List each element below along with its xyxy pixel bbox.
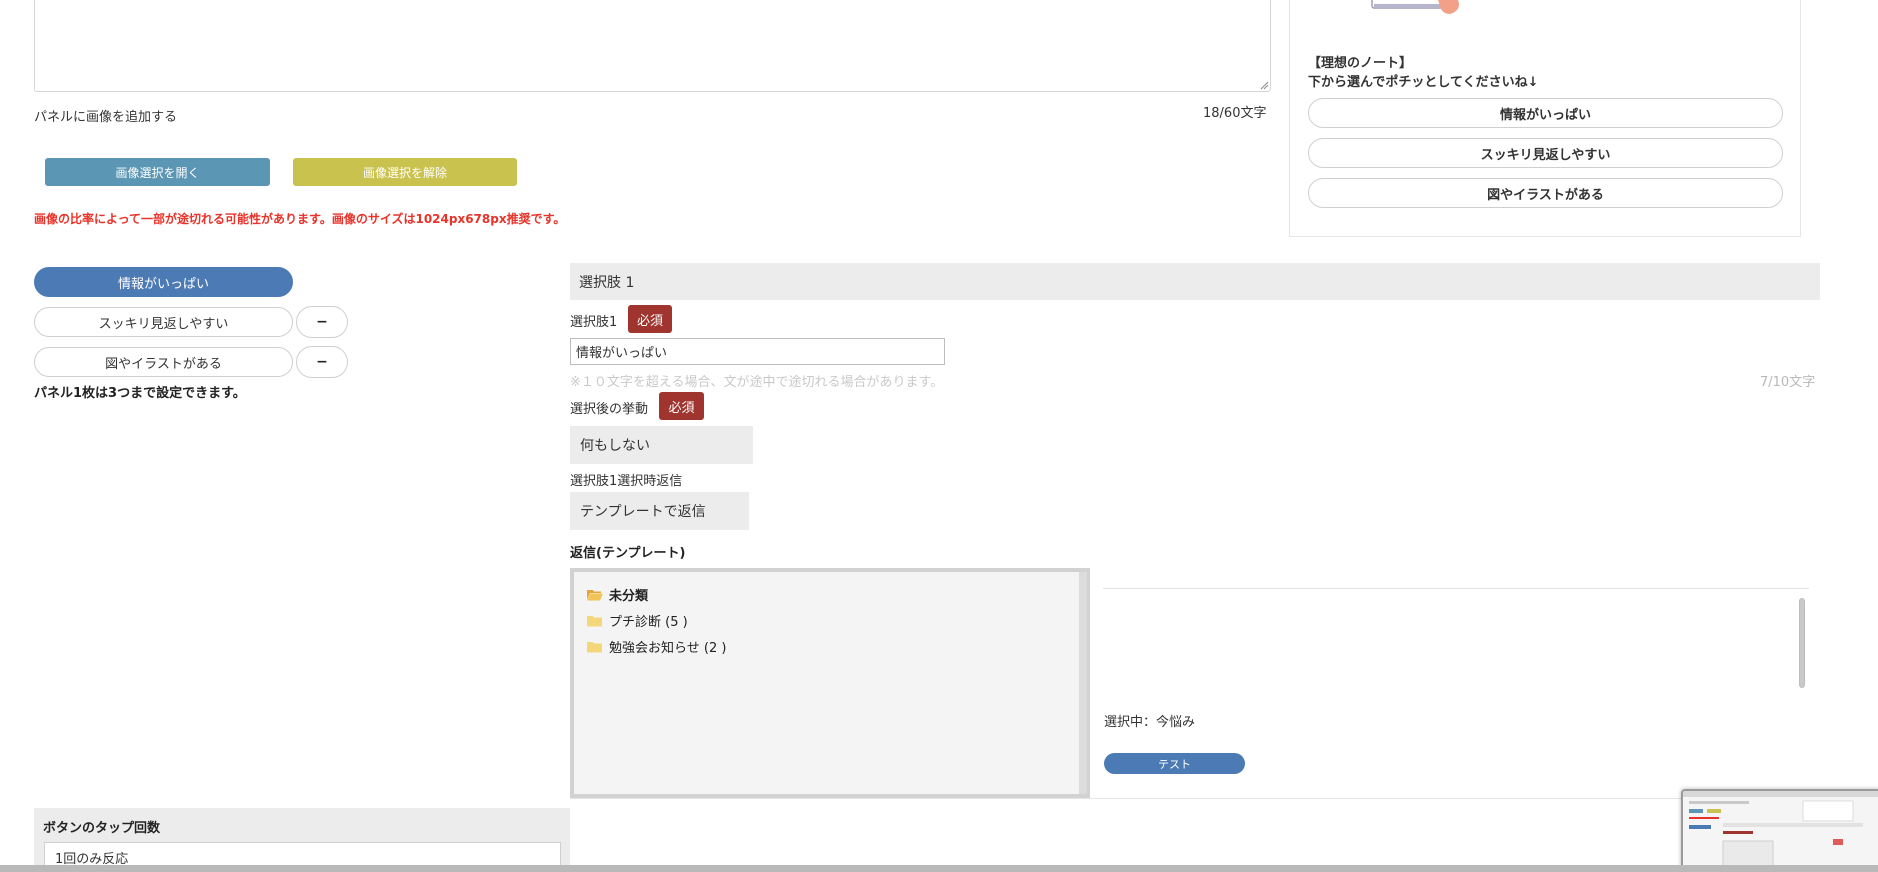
- message-textarea[interactable]: [34, 0, 1271, 92]
- add-image-label: パネルに画像を追加する: [34, 110, 178, 125]
- folder-open-icon: [587, 589, 603, 600]
- clear-image-select-button[interactable]: 画像選択を解除: [293, 158, 517, 186]
- required-badge: 必須: [628, 305, 672, 333]
- template-preview-divider: [1103, 588, 1809, 589]
- template-preview-scrollbar[interactable]: [1799, 598, 1805, 688]
- choice-text-input[interactable]: 情報がいっぱい: [570, 338, 945, 365]
- choice-tab-3[interactable]: 図やイラストがある: [34, 347, 293, 377]
- preview-heading-block: 【理想のノート】 下から選んでポチッとしてくださいね↓: [1308, 54, 1538, 92]
- remove-choice-3-button[interactable]: −: [296, 346, 348, 378]
- required-badge: 必須: [659, 392, 704, 420]
- tap-count-title: ボタンのタップ回数: [43, 821, 161, 836]
- template-label: 返信(テンプレート): [570, 546, 686, 561]
- choice-length-hint: ※１０文字を超える場合、文が途中で途切れる場合があります。: [570, 375, 944, 390]
- action-select[interactable]: 何もしない: [570, 426, 753, 464]
- minus-icon: −: [316, 314, 328, 330]
- choice-section-header: 選択肢 1: [570, 263, 1820, 300]
- open-image-select-button[interactable]: 画像選択を開く: [45, 158, 270, 186]
- folder-item-uncategorized[interactable]: 未分類: [587, 585, 648, 604]
- preview-option-1[interactable]: 情報がいっぱい: [1308, 98, 1783, 128]
- folder-icon: [587, 615, 602, 626]
- preview-option-3[interactable]: 図やイラストがある: [1308, 178, 1783, 208]
- preview-subheading: 下から選んでポチッとしてくださいね↓: [1308, 75, 1539, 90]
- action-label: 選択後の挙動: [570, 402, 649, 417]
- folder-label: 勉強会お知らせ (2 ): [609, 641, 727, 656]
- choice-tab-1[interactable]: 情報がいっぱい: [34, 267, 293, 297]
- remove-choice-2-button[interactable]: −: [296, 306, 348, 338]
- folder-label: プチ診断 (5 ): [609, 615, 688, 630]
- folder-icon: [587, 641, 602, 652]
- window-bottom-edge: [0, 865, 1878, 872]
- selected-template-text: 選択中：今悩み: [1104, 715, 1196, 730]
- choice-char-count: 7/10文字: [1760, 375, 1816, 390]
- resize-grip-icon[interactable]: [1259, 80, 1269, 90]
- folder-item-study-notice[interactable]: 勉強会お知らせ (2 ): [587, 637, 726, 656]
- reply-label: 選択肢1選択時返信: [570, 474, 683, 489]
- choice-limit-note: パネル1枚は3つまで設定できます。: [34, 386, 246, 401]
- section-divider: [570, 798, 1820, 799]
- test-send-button[interactable]: テスト: [1104, 753, 1245, 774]
- folder-tree-scrollbar[interactable]: [1079, 572, 1087, 794]
- screenshot-thumbnail[interactable]: [1681, 789, 1878, 872]
- choice-tab-2[interactable]: スッキリ見返しやすい: [34, 307, 293, 337]
- folder-item-petit-diagnosis[interactable]: プチ診断 (5 ): [587, 611, 688, 630]
- preview-option-2[interactable]: スッキリ見返しやすい: [1308, 138, 1783, 168]
- thumbnail-image-icon: [1683, 791, 1878, 872]
- message-char-count: 18/60文字: [1203, 106, 1267, 121]
- preview-heading: 【理想のノート】: [1308, 56, 1413, 71]
- folder-label: 未分類: [609, 589, 649, 604]
- reply-select[interactable]: テンプレートで返信: [570, 492, 749, 530]
- choice-label: 選択肢1: [570, 315, 618, 330]
- image-ratio-warning: 画像の比率によって一部が途切れる可能性があります。画像のサイズは1024px67…: [34, 212, 566, 226]
- minus-icon: −: [316, 354, 328, 370]
- hand-illustration-icon: [1371, 0, 1459, 14]
